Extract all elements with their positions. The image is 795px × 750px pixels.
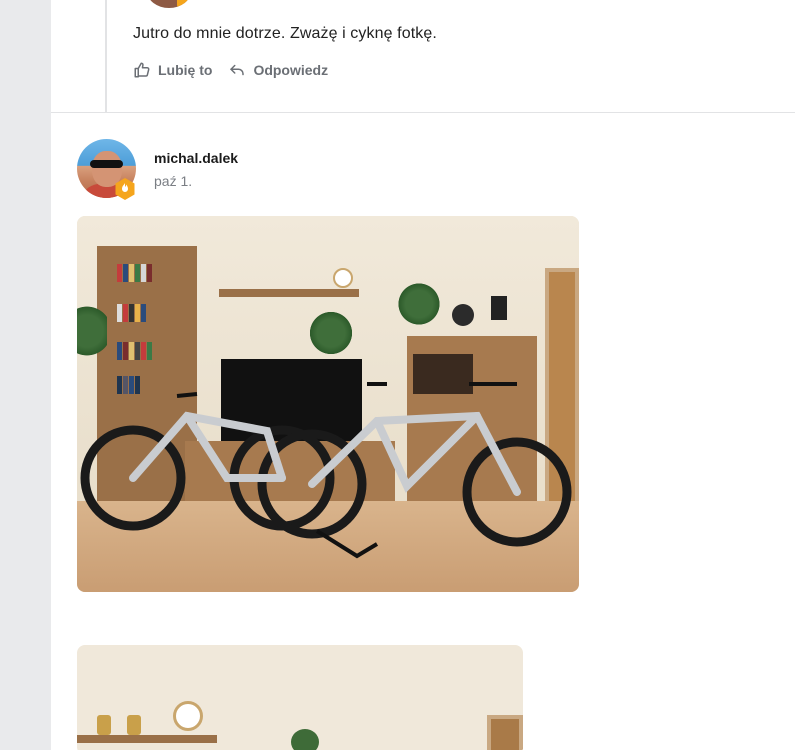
avatar[interactable]	[147, 0, 191, 8]
rank-badge-icon	[115, 178, 135, 200]
reply-label: Odpowiedz	[253, 62, 329, 78]
reply-text: Jutro do mnie dotrze. Zważę i cyknę fotk…	[133, 25, 437, 42]
thread-line	[105, 0, 107, 113]
rank-badge-icon	[177, 0, 191, 8]
comments-thread: Jutro do mnie dotrze. Zważę i cyknę fotk…	[51, 0, 795, 750]
username-link[interactable]: michal.dalek	[154, 150, 238, 166]
reply-actions: Lubię to Odpowiedz	[133, 61, 328, 79]
reply-button[interactable]: Odpowiedz	[228, 61, 328, 79]
like-label: Lubię to	[158, 62, 213, 78]
reply-arrow-icon	[230, 64, 245, 76]
thumbs-up-icon	[134, 62, 150, 78]
divider	[51, 112, 795, 113]
post-date: paź 1.	[154, 173, 193, 189]
like-button[interactable]: Lubię to	[133, 61, 212, 79]
left-rail	[0, 0, 51, 750]
post-photo[interactable]	[77, 216, 579, 592]
post-photo[interactable]	[77, 645, 523, 750]
